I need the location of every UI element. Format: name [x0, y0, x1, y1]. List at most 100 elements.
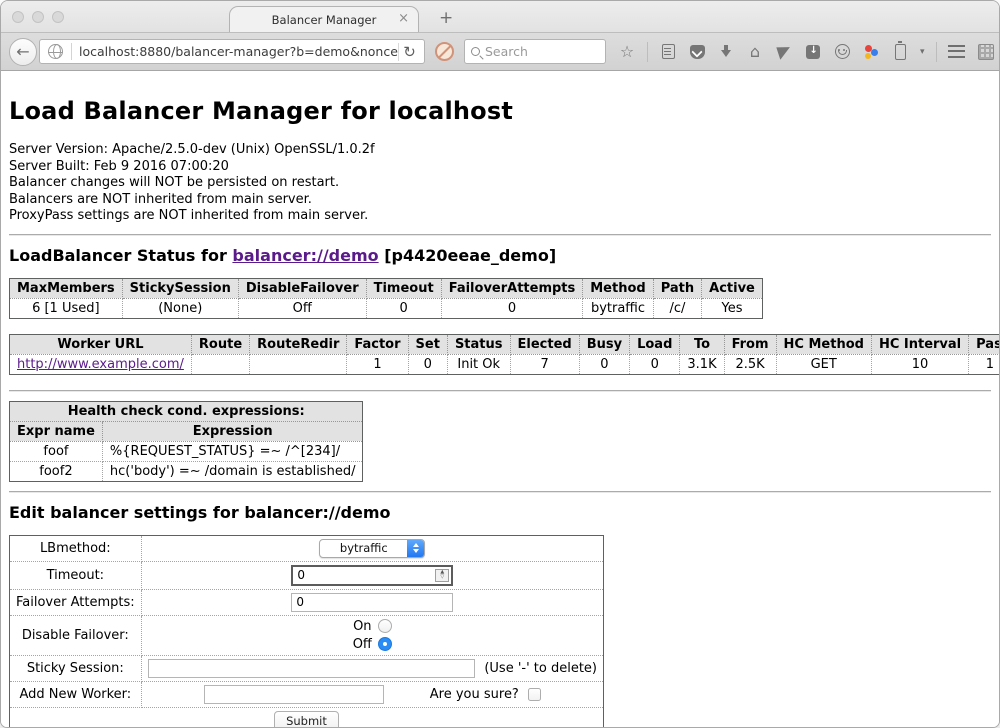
cell-from: 2.5K [724, 354, 776, 374]
number-stepper-icon[interactable]: ▲▽ [435, 569, 449, 582]
page-title: Load Balancer Manager for localhost [9, 71, 991, 125]
worker-url-cell: http://www.example.com/ [10, 354, 192, 374]
minimize-window-button[interactable] [32, 11, 44, 23]
search-bar[interactable] [464, 39, 606, 64]
col-header: StickySession [122, 278, 238, 298]
url-bar[interactable]: localhost:8880/balancer-manager?b=demo&n… [39, 39, 425, 64]
col-header: MaxMembers [10, 278, 123, 298]
table-row: foof %{REQUEST_STATUS} =~ /^[234]/ [10, 441, 363, 461]
cell-route [191, 354, 249, 374]
section-divider [9, 234, 991, 236]
menu-hamburger-icon[interactable] [948, 43, 966, 61]
form-row-timeout: Timeout: ▲▽ [10, 561, 604, 589]
add-worker-input[interactable] [204, 685, 384, 704]
table-row: foof2 hc('body') =~ /domain is establish… [10, 461, 363, 481]
close-window-button[interactable] [12, 11, 24, 23]
balancer-demo-link[interactable]: balancer://demo [232, 246, 378, 265]
download-icon[interactable] [717, 43, 735, 61]
toolbar-divider [936, 42, 937, 62]
site-identity-globe-icon[interactable] [48, 44, 63, 59]
square-download-icon[interactable] [804, 43, 822, 61]
bookmark-star-icon[interactable]: ☆ [618, 43, 636, 61]
form-row-lbmethod: LBmethod: bytraffic [10, 535, 604, 561]
tab-balancer-manager[interactable]: Balancer Manager × [229, 6, 419, 32]
section-divider [9, 491, 991, 493]
failover-attempts-input[interactable] [291, 593, 453, 612]
reload-icon[interactable]: ↻ [398, 43, 420, 61]
server-built-line: Server Built: Feb 9 2016 07:00:20 [9, 159, 991, 176]
cell-failoverattempts: 0 [441, 298, 583, 318]
are-you-sure-label: Are you sure? [430, 687, 519, 702]
are-you-sure-checkbox[interactable] [528, 688, 541, 701]
form-row-disable-failover: Disable Failover: On Off [10, 615, 604, 655]
disable-failover-on-radio[interactable] [378, 619, 392, 633]
tab-groups-grid-icon[interactable] [977, 43, 995, 61]
server-info: Server Version: Apache/2.5.0-dev (Unix) … [9, 142, 991, 225]
toolbar-divider [647, 42, 648, 62]
search-input[interactable] [485, 44, 585, 59]
balancer-status-table: MaxMembers StickySession DisableFailover… [9, 278, 763, 319]
content-blocked-icon[interactable] [435, 42, 454, 61]
back-button[interactable]: ← [9, 38, 37, 66]
select-stepper-icon [407, 540, 424, 557]
notice-line: Balancers are NOT inherited from main se… [9, 192, 991, 209]
col-header: Passes [969, 334, 999, 354]
disable-failover-cell: On Off [141, 615, 603, 655]
cell-to: 3.1K [680, 354, 724, 374]
overflow-caret-icon[interactable]: ▾ [920, 47, 925, 57]
toolbar-icons: ☆ ⌂ ▾ [618, 42, 995, 62]
colored-dots-extension-icon[interactable] [862, 43, 880, 61]
lbmethod-cell: bytraffic [141, 535, 603, 561]
health-table-title: Health check cond. expressions: [10, 401, 363, 421]
col-header: From [724, 334, 776, 354]
cell-hc-method: GET [776, 354, 871, 374]
urlbar-divider [71, 43, 72, 60]
tab-close-icon[interactable]: × [398, 12, 409, 26]
timeout-input[interactable] [293, 567, 433, 584]
cell-expr-name: foof [10, 441, 103, 461]
send-plane-icon[interactable] [775, 43, 793, 61]
failover-attempts-label: Failover Attempts: [10, 589, 142, 615]
col-header: Busy [579, 334, 629, 354]
server-version-line: Server Version: Apache/2.5.0-dev (Unix) … [9, 142, 991, 159]
url-text[interactable]: localhost:8880/balancer-manager?b=demo&n… [79, 44, 398, 59]
cell-timeout: 0 [366, 298, 441, 318]
disable-failover-off-radio[interactable] [378, 637, 392, 651]
sticky-session-cell: (Use '-' to delete) [141, 655, 603, 681]
col-header: Factor [347, 334, 408, 354]
status-heading: LoadBalancer Status for balancer://demo … [9, 246, 991, 265]
section-divider [9, 390, 991, 392]
cell-path: /c/ [653, 298, 701, 318]
cell-elected: 7 [510, 354, 579, 374]
radio-on-label: On [353, 619, 371, 634]
col-header: Method [583, 278, 653, 298]
home-icon[interactable]: ⌂ [746, 43, 764, 61]
col-header: DisableFailover [238, 278, 366, 298]
cell-hc-interval: 10 [871, 354, 968, 374]
new-tab-button[interactable]: + [433, 6, 459, 32]
submit-button[interactable]: Submit [274, 711, 339, 728]
lbmethod-select[interactable]: bytraffic [319, 539, 425, 558]
sticky-session-input[interactable] [148, 659, 476, 678]
clipboard-icon[interactable] [659, 43, 677, 61]
cell-load: 0 [630, 354, 680, 374]
failover-attempts-cell [141, 589, 603, 615]
table-header-row: Worker URL Route RouteRedir Factor Set S… [10, 334, 1000, 354]
tab-title: Balancer Manager [272, 13, 377, 27]
col-header: RouteRedir [250, 334, 347, 354]
status-heading-suffix: [p4420eeae_demo] [379, 246, 557, 265]
feedback-smiley-icon[interactable] [833, 43, 851, 61]
pocket-icon[interactable] [688, 43, 706, 61]
cell-stickysession: (None) [122, 298, 238, 318]
table-header-row: MaxMembers StickySession DisableFailover… [10, 278, 763, 298]
worker-status-table: Worker URL Route RouteRedir Factor Set S… [9, 334, 999, 375]
col-header: Set [408, 334, 447, 354]
window-controls [12, 11, 64, 23]
worker-url-link[interactable]: http://www.example.com/ [17, 357, 184, 372]
form-row-submit: Submit [10, 707, 604, 728]
col-header: Active [702, 278, 763, 298]
zoom-window-button[interactable] [52, 11, 64, 23]
col-header: Expr name [10, 421, 103, 441]
submit-cell: Submit [10, 707, 604, 728]
battery-icon[interactable] [891, 43, 909, 61]
